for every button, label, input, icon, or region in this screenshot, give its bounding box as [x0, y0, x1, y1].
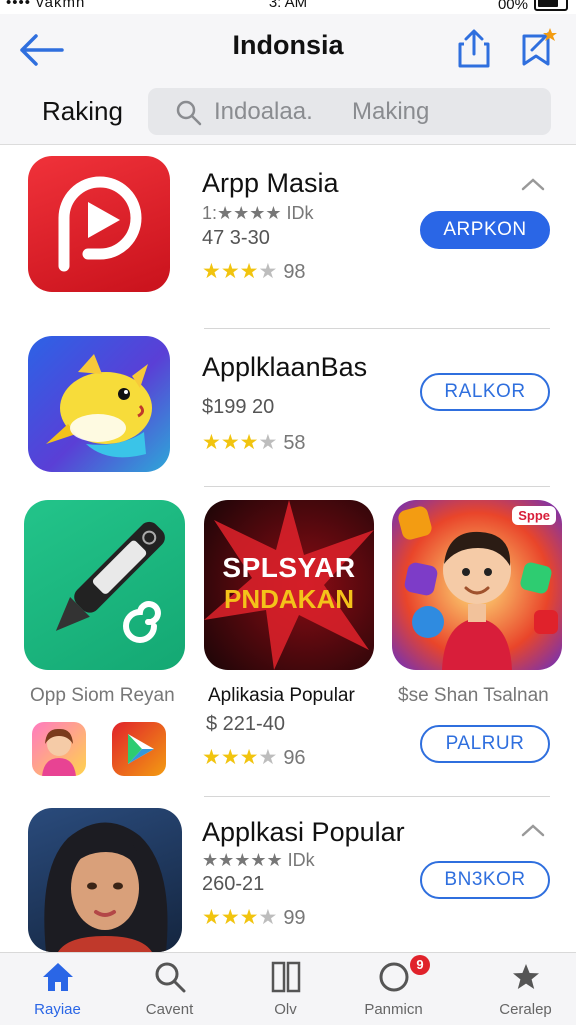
home-icon	[42, 963, 73, 991]
notification-badge: 9	[410, 955, 430, 975]
rating-count: 98	[283, 261, 306, 283]
featured-caption: $se Shan Tsalnan	[398, 685, 549, 706]
battery-icon	[534, 0, 568, 11]
search-field[interactable]: Indoalaa. Making	[148, 88, 551, 135]
navigation-header: Indonsia Raking Indoalaa. Making	[0, 14, 576, 145]
row-divider	[204, 486, 550, 487]
get-button[interactable]: ARPKON	[420, 211, 550, 249]
star-empty-icon: ★	[258, 431, 278, 454]
featured-caption: Opp Siom Reyan	[30, 685, 175, 706]
app-price: 47 3-30	[202, 227, 270, 249]
row-divider	[204, 328, 550, 329]
banner-tag: Sppe	[512, 506, 556, 525]
mini-app-icon-play[interactable]	[112, 722, 166, 776]
app-icon-splsyar[interactable]: SPLSYAR PNDAKAN	[204, 500, 374, 670]
app-meta: ★★★★★ IDk	[202, 850, 315, 870]
share-button[interactable]	[456, 28, 492, 68]
app-icon-stylus[interactable]	[24, 500, 185, 670]
tab-label: Panmicn	[364, 1001, 423, 1018]
star-rating: ★★★★ 58	[202, 430, 306, 455]
star-icon: ★★★	[202, 260, 259, 283]
mini-app-icon-avatar[interactable]	[32, 722, 86, 776]
rating-count: 99	[283, 907, 306, 929]
featured-caption: Aplikasia Popular	[208, 685, 355, 706]
star-icon: ★★★	[202, 746, 259, 769]
bookmark-button[interactable]	[518, 28, 557, 68]
tab-label: Ceralep	[499, 1001, 552, 1018]
pen-icon	[55, 521, 165, 643]
clock: 3: AM	[268, 0, 308, 11]
tab-bar: Rayiae Cavent Olv 9 Panmicn Ceralep	[0, 952, 576, 1025]
rating-count: 58	[283, 432, 306, 454]
battery-status: 00%	[498, 0, 568, 13]
get-button[interactable]: BN3KOR	[420, 861, 550, 899]
play-store-icon	[128, 734, 154, 764]
get-button[interactable]: RALKOR	[420, 373, 550, 411]
circle-icon	[379, 962, 408, 992]
app-icon-applklaanbas[interactable]	[28, 336, 170, 472]
tab-label: Olv	[274, 1001, 297, 1018]
cartoon-boy-icon	[398, 506, 558, 670]
avatar-girl-icon	[42, 728, 76, 776]
get-button[interactable]: PALRUR	[420, 725, 550, 763]
play-logo-icon	[58, 176, 142, 272]
chevron-up-icon[interactable]	[520, 176, 546, 192]
tab-notifications[interactable]: 9 Panmicn	[336, 955, 451, 1023]
tab-label: Cavent	[145, 1001, 194, 1018]
tab-featured[interactable]: Ceralep	[468, 959, 576, 1023]
star-rating: ★★★★ 99	[202, 905, 306, 930]
featured-price: $ 221-40	[206, 713, 285, 735]
star-empty-icon: ★	[258, 906, 278, 929]
search-query: Indoalaa.	[214, 98, 313, 125]
app-name[interactable]: ApplklaanBas	[202, 352, 367, 383]
app-meta: 1:★★★★ IDk	[202, 203, 314, 223]
search-icon	[155, 962, 185, 993]
chevron-up-icon[interactable]	[520, 822, 546, 838]
tab-columns[interactable]: Olv	[228, 959, 343, 1023]
columns-icon	[271, 961, 300, 993]
app-name[interactable]: Applkasi Popular	[202, 817, 405, 848]
star-icon: ★★★	[202, 431, 259, 454]
fish-mascot-icon	[46, 354, 152, 458]
app-icon-applkasi-popular[interactable]	[28, 808, 182, 952]
app-name[interactable]: Arpp Masia	[202, 168, 339, 199]
ranking-segment[interactable]: Raking	[42, 96, 123, 127]
app-icon-kids[interactable]: Sppe	[392, 500, 562, 670]
tab-search[interactable]: Cavent	[112, 959, 227, 1023]
tab-label: Rayiae	[34, 1001, 81, 1018]
app-icon-arpp-masia[interactable]	[28, 156, 170, 292]
row-divider	[204, 796, 550, 797]
app-price: 260-21	[202, 873, 265, 895]
star-empty-icon: ★	[258, 746, 278, 769]
star-empty-icon: ★	[258, 260, 278, 283]
bookmark-icon	[522, 28, 557, 66]
search-icon	[176, 100, 202, 126]
portrait-icon	[44, 822, 168, 952]
star-icon	[512, 964, 539, 989]
star-rating: ★★★★ 98	[202, 259, 306, 284]
star-rating: ★★★★ 96	[202, 745, 306, 770]
star-icon: ★★★	[202, 906, 259, 929]
search-scope: Making	[352, 98, 430, 125]
share-icon	[458, 29, 490, 68]
app-price: $199 20	[202, 396, 275, 418]
status-bar: •••• vakmn 3: AM 00%	[0, 0, 576, 14]
rating-count: 96	[283, 747, 306, 769]
banner-title: SPLSYAR	[222, 552, 356, 583]
battery-percent: 00%	[497, 0, 528, 13]
banner-subtitle: PNDAKAN	[224, 584, 354, 614]
tab-home[interactable]: Rayiae	[0, 959, 115, 1023]
